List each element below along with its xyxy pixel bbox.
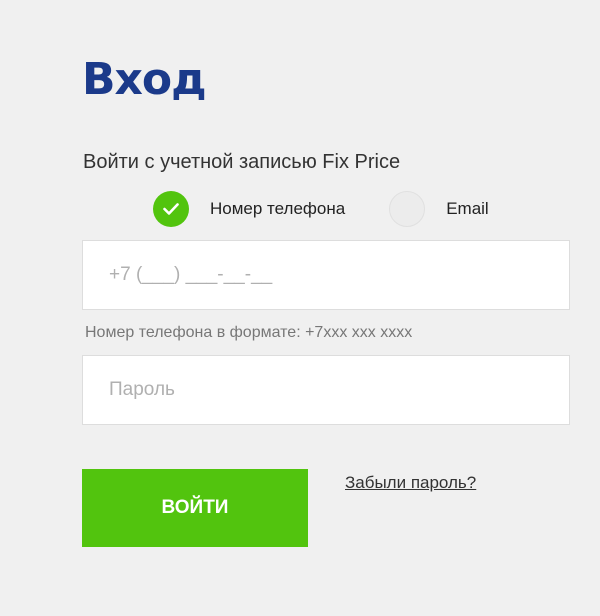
phone-format-hint: Номер телефона в формате: +7xxx xxx xxxx [85,324,413,341]
login-button[interactable]: ВОЙТИ [82,469,308,547]
email-option-label: Email [446,199,489,218]
login-subtitle: Войти с учетной записью Fix Price [83,151,401,173]
phone-option-label: Номер телефона [210,199,346,218]
radio-unchecked-icon[interactable] [389,191,426,227]
radio-checked-icon[interactable] [153,191,189,227]
checkmark-icon [163,203,179,215]
phone-input[interactable] [82,240,570,310]
phone-login-option[interactable]: Номер телефона [153,191,345,227]
page-title: Вход [82,54,207,105]
email-login-option[interactable]: Email [389,191,489,227]
login-type-selector: Номер телефона Email [153,190,489,228]
password-input[interactable] [82,355,570,425]
forgot-password-link[interactable]: Забыли пароль? [345,472,476,494]
